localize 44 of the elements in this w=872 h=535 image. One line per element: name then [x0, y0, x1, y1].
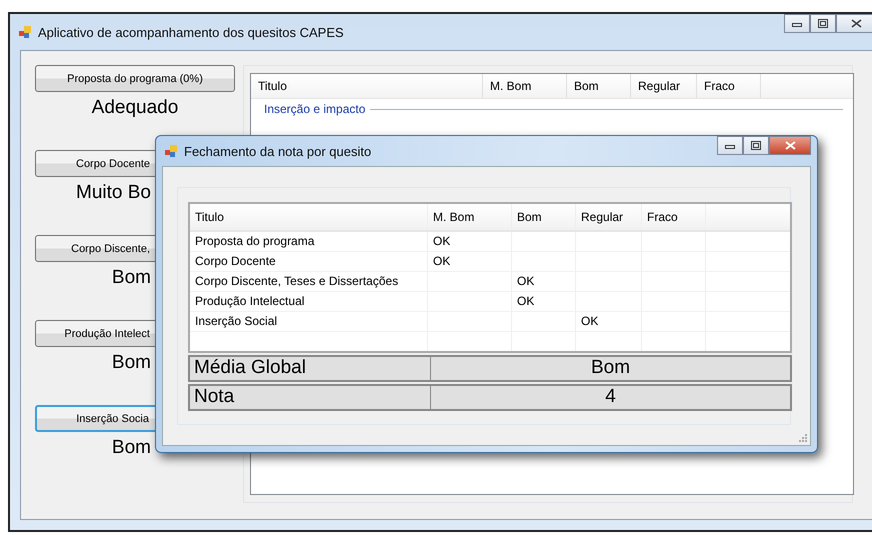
summary-label: Média Global	[190, 357, 431, 380]
minimize-button[interactable]	[717, 136, 743, 155]
summary-value: 4	[604, 386, 617, 409]
minimize-icon	[792, 20, 802, 26]
column-header[interactable]: M. Bom	[428, 204, 512, 230]
column-header[interactable]: Titulo	[190, 204, 428, 230]
table-cell: Corpo Discente, Teses e Dissertações	[195, 274, 398, 288]
window-title: Aplicativo de acompanhamento dos quesitos CAPES	[38, 24, 344, 40]
table-cell: OK	[433, 254, 450, 268]
close-button[interactable]	[836, 14, 872, 33]
result-label: Bom	[112, 436, 151, 460]
table-cell: OK	[581, 314, 598, 328]
table-cell: OK	[517, 294, 534, 308]
result-label: Bom	[112, 351, 151, 375]
app-icon	[18, 25, 32, 39]
column-header[interactable]: Regular	[631, 74, 697, 98]
close-button[interactable]	[769, 136, 811, 155]
result-label: Bom	[112, 266, 151, 290]
column-header[interactable]: Bom	[512, 204, 576, 230]
group-header: Inserção e impacto	[264, 102, 366, 116]
result-label: Muito Bo	[76, 181, 151, 205]
close-icon	[850, 19, 862, 28]
summary-value: Bom	[590, 357, 632, 380]
maximize-button[interactable]	[810, 14, 836, 33]
summary-label: Nota	[190, 386, 431, 409]
column-header[interactable]: Fraco	[642, 204, 706, 230]
column-header[interactable]: Titulo	[251, 74, 483, 98]
table-cell: Produção Intelectual	[195, 294, 304, 308]
minimize-icon	[725, 142, 735, 148]
column-header[interactable]: Bom	[567, 74, 631, 98]
maximize-icon	[818, 19, 828, 28]
maximize-icon	[751, 141, 761, 150]
result-label: Adequado	[92, 96, 178, 120]
maximize-button[interactable]	[743, 136, 769, 155]
column-header[interactable]: Fraco	[697, 74, 761, 98]
app-icon	[164, 144, 178, 158]
close-icon	[784, 141, 796, 150]
column-header[interactable]: M. Bom	[483, 74, 567, 98]
criterion-button[interactable]: Proposta do programa (0%)	[35, 65, 235, 92]
minimize-button[interactable]	[784, 14, 810, 33]
column-header[interactable]: Regular	[576, 204, 642, 230]
table-cell: OK	[517, 274, 534, 288]
resize-grip-icon[interactable]	[799, 434, 807, 442]
table-cell: OK	[433, 234, 450, 248]
